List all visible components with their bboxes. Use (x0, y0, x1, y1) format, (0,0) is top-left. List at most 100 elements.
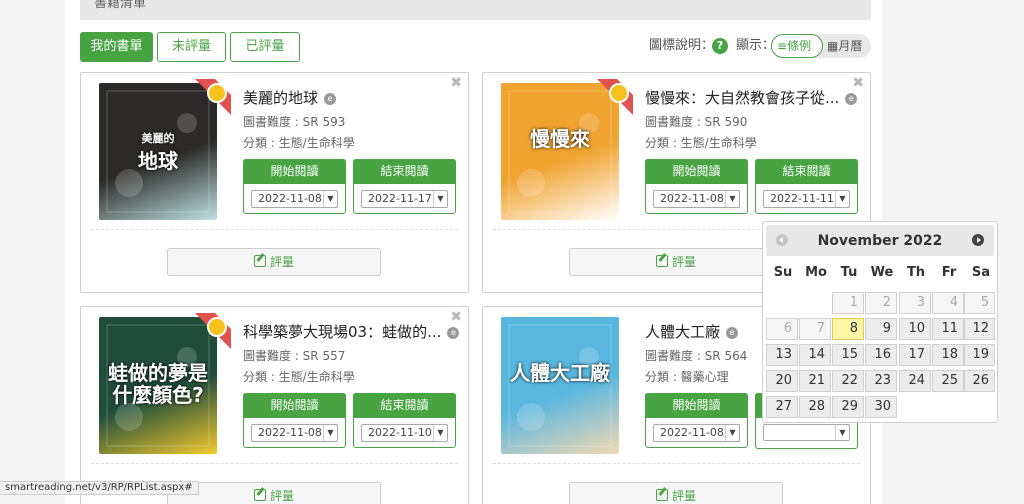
chevron-down-icon: ▼ (323, 191, 337, 207)
start-date-select[interactable]: 2022-11-08 ▼ (653, 190, 740, 208)
pencil-icon (253, 255, 266, 267)
calendar-day-today[interactable]: 8 (832, 318, 864, 340)
calendar-day[interactable]: 18 (932, 344, 964, 366)
review-button[interactable]: 評量 (167, 482, 381, 504)
view-calendar-label: 月曆 (838, 39, 863, 53)
calendar-day[interactable]: 25 (932, 370, 964, 392)
calendar-day[interactable]: 23 (865, 370, 897, 392)
calendar-icon: ▦ (827, 39, 839, 53)
weekday-header: We (870, 265, 894, 280)
end-date-select[interactable]: 2022-11-11 ▼ (763, 190, 850, 208)
end-reading-button[interactable]: 結束閱讀 (353, 159, 456, 184)
book-title[interactable]: 美麗的地球 e (243, 87, 337, 108)
calendar-day: 7 (799, 318, 831, 340)
calendar-day[interactable]: 19 (964, 344, 995, 366)
book-card: 蛙做的夢是什麼顏色? ✖ 科學築夢大現場03：蛙做的... e 圖書難度 : SR… (80, 306, 469, 504)
calendar-day: 5 (964, 292, 995, 314)
tab-my-books[interactable]: 我的書單 (80, 32, 153, 62)
calendar-day[interactable]: 12 (964, 318, 995, 340)
start-reading-button[interactable]: 開始閱讀 (243, 393, 346, 418)
list-icon: ≡ (777, 39, 788, 53)
start-date-select[interactable]: 2022-11-08 ▼ (251, 424, 338, 442)
help-icon[interactable]: ? (712, 38, 728, 54)
ebook-icon: e (324, 92, 337, 105)
calendar-month-title: November 2022 (817, 233, 943, 249)
start-date-select[interactable]: 2022-11-08 ▼ (251, 190, 338, 208)
cover-art (508, 324, 612, 447)
review-button[interactable]: 評量 (167, 248, 381, 276)
chevron-down-icon: ▼ (835, 425, 849, 440)
book-level: 圖書難度 : SR 590 (645, 115, 748, 129)
calendar-day[interactable]: 14 (799, 344, 831, 366)
calendar-day[interactable]: 13 (766, 344, 798, 366)
start-reading-group: 開始閱讀 2022-11-08 ▼ (645, 393, 748, 448)
calendar-day[interactable]: 15 (832, 344, 864, 366)
review-button[interactable]: 評量 (569, 482, 783, 504)
book-category: 分類 : 生態/生命科學 (243, 370, 355, 384)
ebook-icon: e (845, 92, 858, 105)
cover-main-title: 人體大工廠 (510, 361, 610, 385)
end-reading-button[interactable]: 結束閱讀 (755, 159, 858, 184)
review-button-label: 評量 (269, 489, 294, 503)
review-button-label: 評量 (671, 255, 696, 269)
start-reading-button[interactable]: 開始閱讀 (645, 393, 748, 418)
end-date-select[interactable]: 2022-11-10 ▼ (361, 424, 448, 442)
display-label: 顯示： (736, 38, 776, 53)
calendar-day[interactable]: 21 (799, 370, 831, 392)
cover-title-text: 美麗的 地球 (99, 128, 217, 172)
view-calendar-option[interactable]: ▦月曆 (827, 34, 871, 58)
book-cover-image[interactable]: 人體大工廠 (501, 317, 619, 454)
weekday-header: Mo (805, 265, 827, 280)
calendar-day[interactable]: 10 (899, 318, 931, 340)
card-divider (493, 463, 860, 464)
chevron-down-icon: ▼ (433, 191, 447, 207)
calendar-day[interactable]: 27 (766, 396, 798, 418)
weekday-header: Fr (941, 265, 957, 280)
start-reading-button[interactable]: 開始閱讀 (243, 159, 346, 184)
end-date-value: 2022-11-10 (368, 426, 432, 439)
calendar-day[interactable]: 22 (832, 370, 864, 392)
calendar-day[interactable]: 16 (865, 344, 897, 366)
chevron-down-icon: ▼ (323, 425, 337, 441)
calendar-day[interactable]: 30 (865, 396, 897, 418)
section-header: 書籍清單 (80, 0, 871, 20)
close-icon[interactable]: ✖ (450, 75, 462, 91)
book-title[interactable]: 慢慢來：大自然教會孩子從... e (645, 87, 858, 108)
end-date-select-empty[interactable]: ▼ (763, 424, 850, 441)
end-date-select[interactable]: 2022-11-17 ▼ (361, 190, 448, 208)
book-title[interactable]: 科學築夢大現場03：蛙做的... e (243, 321, 460, 342)
calendar-day[interactable]: 26 (964, 370, 995, 392)
next-month-icon[interactable] (972, 234, 984, 246)
award-ribbon-icon (597, 79, 633, 115)
start-reading-group: 開始閱讀 2022-11-08 ▼ (243, 393, 346, 448)
review-button-label: 評量 (671, 489, 696, 503)
calendar-day[interactable]: 11 (932, 318, 964, 340)
calendar-day[interactable]: 20 (766, 370, 798, 392)
start-reading-button[interactable]: 開始閱讀 (645, 159, 748, 184)
view-list-option[interactable]: ≡條例 (771, 34, 823, 58)
calendar-day[interactable]: 29 (832, 396, 864, 418)
end-reading-button[interactable]: 結束閱讀 (353, 393, 456, 418)
calendar-day[interactable]: 9 (865, 318, 897, 340)
book-category: 分類 : 生態/生命科學 (243, 136, 355, 150)
book-level: 圖書難度 : SR 593 (243, 115, 346, 129)
calendar-day[interactable]: 17 (899, 344, 931, 366)
book-title[interactable]: 人體大工廠 e (645, 321, 739, 342)
chevron-down-icon: ▼ (433, 425, 447, 441)
chevron-down-icon: ▼ (725, 425, 739, 441)
calendar-day[interactable]: 28 (799, 396, 831, 418)
calendar-day: 3 (899, 292, 931, 314)
start-date-select[interactable]: 2022-11-08 ▼ (653, 424, 740, 442)
legend-label: 圖標說明： (649, 38, 715, 53)
tab-unreviewed[interactable]: 未評量 (157, 32, 226, 62)
status-bar-url: smartreading.net/v3/RP/RPList.aspx# (0, 481, 199, 495)
calendar-day[interactable]: 24 (899, 370, 931, 392)
start-date-value: 2022-11-08 (660, 426, 724, 439)
end-reading-group: 結束閱讀 2022-11-17 ▼ (353, 159, 456, 214)
review-button[interactable]: 評量 (569, 248, 783, 276)
calendar-day: 4 (932, 292, 964, 314)
end-reading-group: 結束閱讀 2022-11-10 ▼ (353, 393, 456, 448)
end-date-value: 2022-11-17 (368, 192, 432, 205)
chevron-down-icon: ▼ (835, 191, 849, 207)
tab-reviewed[interactable]: 已評量 (230, 32, 300, 62)
